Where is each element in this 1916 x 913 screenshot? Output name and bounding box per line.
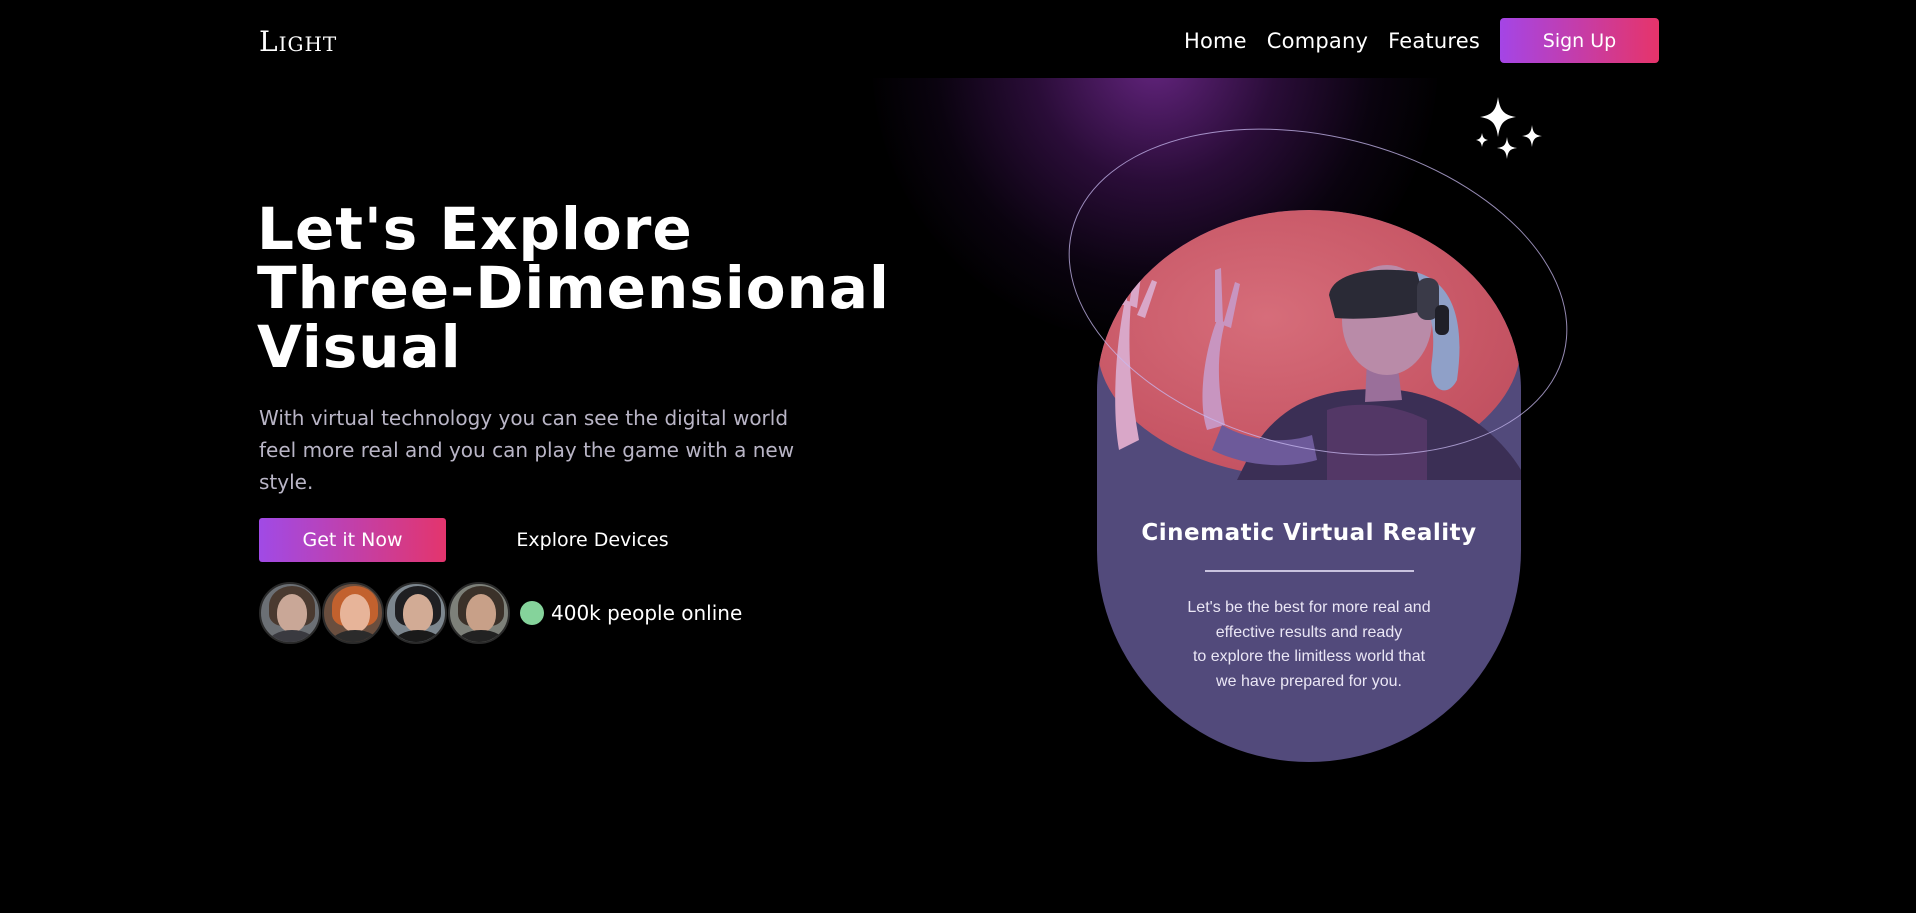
card-title: Cinematic Virtual Reality (1141, 520, 1477, 546)
sign-up-button[interactable]: Sign Up (1500, 18, 1659, 63)
avatar (322, 582, 384, 644)
hero-subtext: With virtual technology you can see the … (259, 406, 795, 494)
nav-features-link[interactable]: Features (1388, 29, 1480, 53)
avatar (448, 582, 510, 644)
headline-line-3: Visual (257, 313, 462, 381)
card-description-line: Let's be the best for more real and (1187, 599, 1431, 616)
avatar (385, 582, 447, 644)
logo[interactable]: Light (259, 25, 337, 58)
nav-company-link[interactable]: Company (1267, 29, 1368, 53)
avatar (259, 582, 321, 644)
card-description-line: effective results and ready (1215, 623, 1403, 641)
online-users: 400k people online (259, 582, 742, 644)
card-description: Let's be the best for more real and effe… (1147, 596, 1471, 694)
online-count-text: 400k people online (551, 601, 743, 625)
get-it-now-button[interactable]: Get it Now (259, 518, 446, 562)
card-description-line: to explore the limitless world that (1192, 648, 1426, 665)
card-divider (1205, 570, 1414, 572)
sparkles-icon (1476, 97, 1542, 159)
explore-devices-button[interactable]: Explore Devices (490, 518, 695, 562)
nav-home-link[interactable]: Home (1184, 29, 1247, 53)
card-description-line: we have prepared for you. (1216, 672, 1402, 690)
online-status-dot (520, 601, 544, 625)
main-nav: Home Company Features Sign Up (1184, 18, 1659, 63)
headline-line-1: Let's Explore (257, 195, 693, 263)
headline-line-2: Three-Dimensional (257, 254, 890, 322)
hero-headline: Let's Explore Three-Dimensional Visual (257, 200, 957, 377)
